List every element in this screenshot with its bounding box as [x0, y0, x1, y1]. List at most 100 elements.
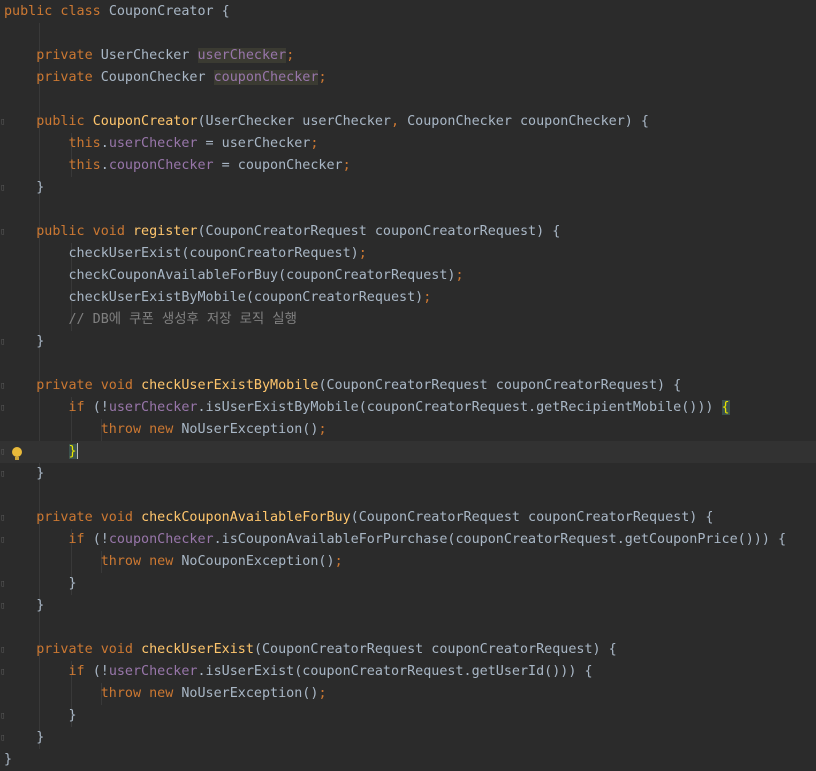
code-line[interactable]: private UserChecker userChecker;: [0, 45, 816, 67]
code-token: CouponChecker: [100, 70, 214, 85]
code-token: userChecker: [108, 664, 198, 679]
code-line[interactable]: checkUserExistByMobile(couponCreatorRequ…: [0, 287, 816, 309]
code-text: this.couponChecker = couponChecker;: [4, 155, 350, 177]
code-token: (UserChecker userChecker: [197, 114, 391, 129]
code-line[interactable]: checkUserExist(couponCreatorRequest);: [0, 243, 816, 265]
code-text: if (!userChecker.isUserExistByMobile(cou…: [4, 397, 730, 419]
code-token: CouponCreator {: [108, 4, 230, 19]
code-line[interactable]: ▯ if (!userChecker.isUserExist(couponCre…: [0, 661, 816, 683]
code-token: ;: [286, 48, 295, 63]
code-token: ;: [318, 70, 327, 85]
code-token: private: [4, 70, 101, 85]
code-line[interactable]: ▯ }: [0, 463, 816, 485]
code-text: private void checkUserExistByMobile(Coup…: [4, 375, 681, 397]
code-text: checkCouponAvailableForBuy(couponCreator…: [4, 265, 463, 287]
code-token: private void: [4, 378, 142, 393]
code-text: public class CouponCreator {: [4, 1, 230, 23]
code-token: couponChecker: [108, 158, 214, 173]
code-line[interactable]: ▯ private void checkUserExistByMobile(Co…: [0, 375, 816, 397]
code-text: public CouponCreator(UserChecker userChe…: [4, 111, 649, 133]
code-token: throw new: [4, 554, 182, 569]
code-line[interactable]: ▯ if (!userChecker.isUserExistByMobile(c…: [0, 397, 816, 419]
code-token: ;: [318, 686, 327, 701]
code-token: couponChecker: [108, 532, 214, 547]
code-token: // DB에 쿠폰 생성후 저장 로직 실행: [4, 312, 297, 327]
code-line[interactable]: ▯ }: [0, 705, 816, 727]
code-text: private void checkUserExist(CouponCreato…: [4, 639, 617, 661]
code-token: public: [4, 114, 93, 129]
code-token: (CouponCreatorRequest couponCreatorReque…: [318, 378, 682, 393]
code-line[interactable]: [0, 23, 816, 45]
code-line[interactable]: [0, 353, 816, 375]
code-line[interactable]: }: [0, 749, 816, 771]
code-token: }: [4, 576, 77, 591]
code-line[interactable]: [0, 89, 816, 111]
code-token: private void: [4, 510, 142, 525]
code-line[interactable]: ▯ }: [0, 331, 816, 353]
code-token: ;: [334, 554, 343, 569]
code-token: if: [4, 664, 93, 679]
code-token: throw new: [4, 686, 182, 701]
code-token: NoUserException(): [181, 422, 319, 437]
code-line[interactable]: throw new NoCouponException();: [0, 551, 816, 573]
code-token: (CouponCreatorRequest couponCreatorReque…: [197, 224, 561, 239]
code-token: UserChecker: [100, 48, 198, 63]
code-text: }: [4, 727, 44, 749]
code-text: throw new NoUserException();: [4, 683, 327, 705]
code-token: = userChecker: [197, 136, 311, 151]
code-line[interactable]: ▯ public CouponCreator(UserChecker userC…: [0, 111, 816, 133]
code-line[interactable]: this.userChecker = userChecker;: [0, 133, 816, 155]
code-line[interactable]: ▯ }: [0, 727, 816, 749]
code-text: }: [4, 177, 44, 199]
code-line[interactable]: this.couponChecker = couponChecker;: [0, 155, 816, 177]
code-text: }: [4, 749, 12, 771]
code-token: checkCouponAvailableForBuy: [141, 510, 351, 525]
code-text: if (!userChecker.isUserExist(couponCreat…: [4, 661, 592, 683]
code-line[interactable]: [0, 199, 816, 221]
code-token: CouponCreator: [92, 114, 198, 129]
code-line[interactable]: ▯ private void checkCouponAvailableForBu…: [0, 507, 816, 529]
code-line[interactable]: [0, 617, 816, 639]
code-line[interactable]: ▯ private void checkUserExist(CouponCrea…: [0, 639, 816, 661]
code-text: checkUserExist(couponCreatorRequest);: [4, 243, 366, 265]
code-line[interactable]: ▯ }: [0, 573, 816, 595]
code-line[interactable]: public class CouponCreator {: [0, 1, 816, 23]
code-line[interactable]: // DB에 쿠폰 생성후 저장 로직 실행: [0, 309, 816, 331]
code-token: userChecker: [108, 400, 198, 415]
code-line[interactable]: ▯ public void register(CouponCreatorRequ…: [0, 221, 816, 243]
code-token: if: [4, 400, 93, 415]
code-token: if: [4, 532, 93, 547]
code-line[interactable]: private CouponChecker couponChecker;: [0, 67, 816, 89]
code-token: throw new: [4, 422, 182, 437]
code-token: }: [4, 180, 45, 195]
code-line[interactable]: throw new NoUserException();: [0, 683, 816, 705]
code-token: ,: [390, 114, 408, 129]
code-editor[interactable]: public class CouponCreator { private Use…: [0, 0, 816, 767]
code-token: = couponChecker: [213, 158, 343, 173]
code-token: checkUserExistByMobile(couponCreatorRequ…: [4, 290, 424, 305]
code-text: }: [4, 705, 76, 727]
code-token: userChecker: [197, 48, 287, 63]
code-token: register: [133, 224, 198, 239]
code-line[interactable]: throw new NoUserException();: [0, 419, 816, 441]
code-token: NoUserException(): [181, 686, 319, 701]
code-line[interactable]: ▯ }: [0, 595, 816, 617]
code-token: (!: [92, 532, 109, 547]
code-token: }: [4, 466, 45, 481]
code-token: ;: [310, 136, 319, 151]
code-line[interactable]: checkCouponAvailableForBuy(couponCreator…: [0, 265, 816, 287]
code-line[interactable]: ▯ }: [0, 441, 816, 463]
code-line[interactable]: [0, 485, 816, 507]
code-line[interactable]: ▯ if (!couponChecker.isCouponAvailableFo…: [0, 529, 816, 551]
code-text: public void register(CouponCreatorReques…: [4, 221, 560, 243]
code-token: this: [4, 136, 101, 151]
code-text: this.userChecker = userChecker;: [4, 133, 318, 155]
code-token: (!: [92, 400, 109, 415]
code-token: .: [100, 158, 109, 173]
code-text: private CouponChecker couponChecker;: [4, 67, 327, 89]
code-token: (!: [92, 664, 109, 679]
code-text: if (!couponChecker.isCouponAvailableForP…: [4, 529, 786, 551]
code-token: public class: [4, 4, 109, 19]
code-line[interactable]: ▯ }: [0, 177, 816, 199]
